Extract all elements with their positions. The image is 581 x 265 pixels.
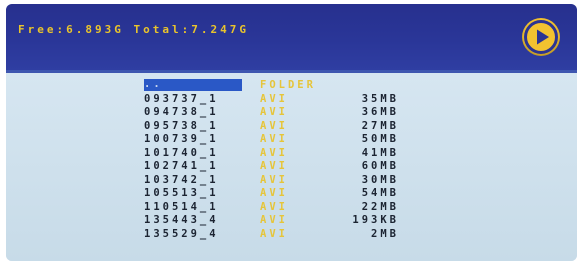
file-type: AVI	[260, 214, 288, 226]
file-size: 60MB	[361, 160, 399, 172]
file-size: 30MB	[361, 173, 399, 186]
file-row[interactable]: 135529_4 AVI 2MB	[6, 228, 577, 242]
file-name: ..	[144, 79, 242, 91]
file-list: .. FOLDER 093737_1 AVI 35MB 094738_1 AVI 36MB 09…	[6, 79, 577, 241]
file-size: 35MB	[361, 92, 399, 105]
file-type: AVI	[260, 146, 288, 159]
file-size: 36MB	[361, 106, 399, 118]
play-button[interactable]	[522, 18, 560, 56]
file-name: 094738_1	[144, 106, 219, 118]
file-row[interactable]: 102741_1 AVI 60MB	[6, 160, 577, 174]
file-row[interactable]: 101740_1 AVI 41MB	[6, 147, 577, 161]
storage-info: Free:6.893G Total:7.247G	[18, 23, 249, 36]
file-type: FOLDER	[260, 79, 316, 91]
file-type: AVI	[260, 160, 288, 172]
file-name: 101740_1	[144, 146, 219, 159]
file-row[interactable]: 093737_1 AVI 35MB	[6, 93, 577, 107]
file-type: AVI	[260, 173, 288, 186]
file-size: 22MB	[361, 200, 399, 213]
file-name: 095738_1	[144, 119, 219, 132]
play-icon	[524, 20, 558, 54]
file-type: AVI	[260, 227, 288, 240]
file-type: AVI	[260, 119, 288, 132]
file-row[interactable]: 110514_1 AVI 22MB	[6, 201, 577, 215]
file-name: 135443_4	[144, 214, 219, 226]
file-size: 50MB	[361, 133, 399, 145]
header-bar: Free:6.893G Total:7.247G	[6, 4, 577, 70]
file-row[interactable]: 094738_1 AVI 36MB	[6, 106, 577, 120]
file-type: AVI	[260, 133, 288, 145]
file-type: AVI	[260, 92, 288, 105]
file-name: 105513_1	[144, 187, 219, 199]
file-size: 41MB	[361, 146, 399, 159]
file-name: 102741_1	[144, 160, 219, 172]
file-size: 27MB	[361, 119, 399, 132]
file-type: AVI	[260, 106, 288, 118]
file-type: AVI	[260, 187, 288, 199]
file-name: 110514_1	[144, 200, 219, 213]
file-row[interactable]: 100739_1 AVI 50MB	[6, 133, 577, 147]
file-size: 193KB	[352, 214, 399, 226]
file-row[interactable]: 135443_4 AVI 193KB	[6, 214, 577, 228]
file-row[interactable]: 105513_1 AVI 54MB	[6, 187, 577, 201]
file-name: 100739_1	[144, 133, 219, 145]
file-name: 103742_1	[144, 173, 219, 186]
file-row-parent-folder[interactable]: .. FOLDER	[6, 79, 577, 93]
file-row[interactable]: 095738_1 AVI 27MB	[6, 120, 577, 134]
file-type: AVI	[260, 200, 288, 213]
file-row[interactable]: 103742_1 AVI 30MB	[6, 174, 577, 188]
file-size: 2MB	[371, 227, 399, 240]
file-name: 093737_1	[144, 92, 219, 105]
file-size: 54MB	[361, 187, 399, 199]
file-name: 135529_4	[144, 227, 219, 240]
